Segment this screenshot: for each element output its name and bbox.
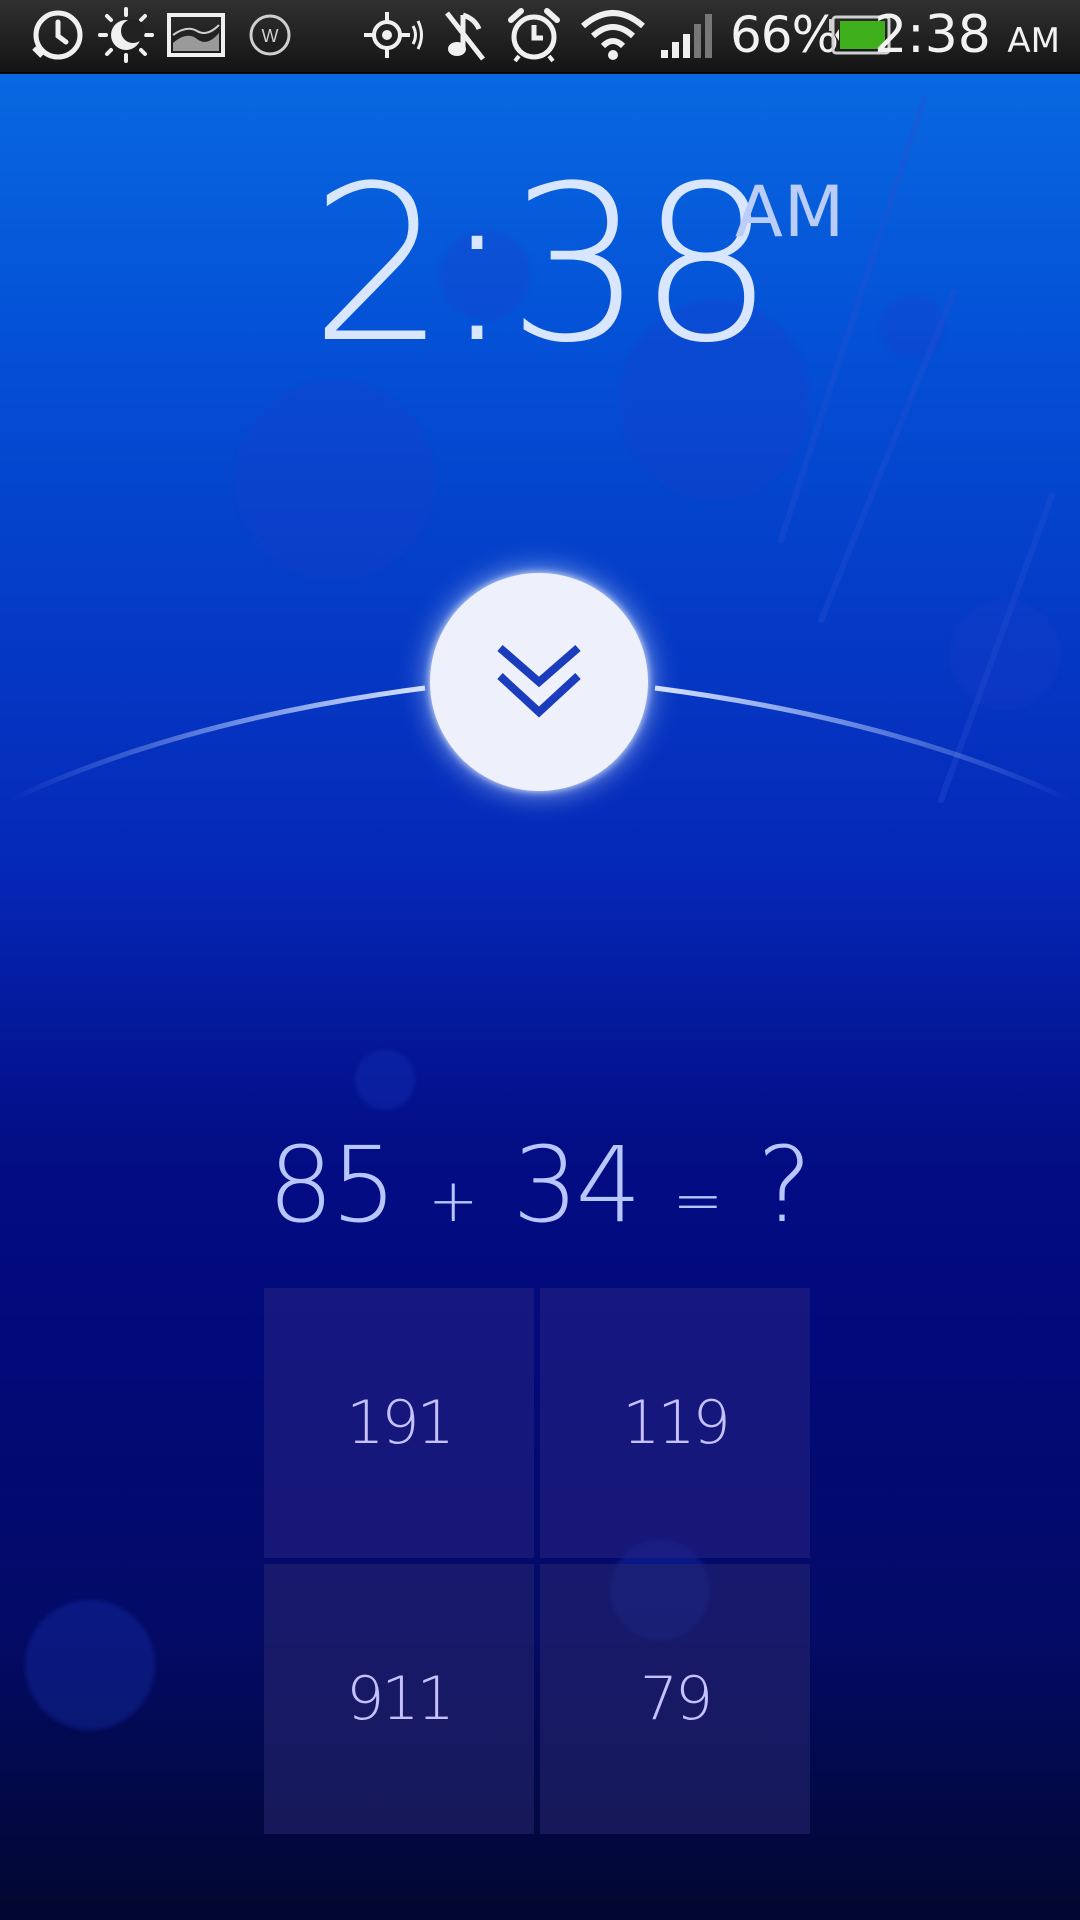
gps-icon bbox=[356, 6, 426, 64]
widget-w-icon: W bbox=[246, 6, 294, 64]
alarm-screen: W 66% 2:38 AM 2:38 AM 85 + 34 = ? 191 11… bbox=[0, 0, 1080, 1920]
battery-percent: 66% bbox=[730, 6, 839, 64]
status-time-value: 2:38 bbox=[874, 5, 991, 65]
answer-grid: 191 119 911 79 bbox=[264, 1288, 810, 1834]
answer-button[interactable]: 191 bbox=[264, 1288, 534, 1558]
double-chevron-down-icon bbox=[497, 644, 581, 718]
operand-b: 34 bbox=[512, 1124, 641, 1246]
question-mark: ? bbox=[757, 1124, 813, 1246]
mute-music-icon bbox=[440, 6, 490, 64]
alarm-icon bbox=[504, 6, 564, 64]
status-time-ampm: AM bbox=[1007, 21, 1060, 61]
svg-text:W: W bbox=[262, 26, 279, 46]
wifi-icon bbox=[578, 6, 648, 64]
status-bar: W 66% 2:38 AM bbox=[0, 0, 1080, 74]
bg-bubble bbox=[25, 1600, 155, 1730]
brightness-icon bbox=[96, 6, 156, 64]
dismiss-button[interactable] bbox=[430, 573, 648, 791]
signal-icon bbox=[658, 6, 718, 64]
clock-time: 2:38 bbox=[310, 139, 775, 390]
status-time: 2:38 AM bbox=[874, 2, 1060, 74]
operand-a: 85 bbox=[267, 1124, 397, 1246]
bg-bubble bbox=[235, 380, 435, 580]
math-problem: 85 + 34 = ? bbox=[0, 1120, 1080, 1250]
image-icon bbox=[166, 6, 226, 64]
answer-button[interactable]: 79 bbox=[540, 1564, 810, 1834]
alarm-clock-icon bbox=[28, 6, 86, 64]
clock-ampm: AM bbox=[735, 171, 846, 253]
answer-button[interactable]: 119 bbox=[540, 1288, 810, 1558]
equals-sign: = bbox=[672, 1166, 724, 1236]
answer-button[interactable]: 911 bbox=[264, 1564, 534, 1834]
alarm-clock-display: 2:38 AM bbox=[0, 150, 1080, 390]
bg-bubble bbox=[355, 1050, 415, 1110]
operator: + bbox=[428, 1166, 479, 1236]
